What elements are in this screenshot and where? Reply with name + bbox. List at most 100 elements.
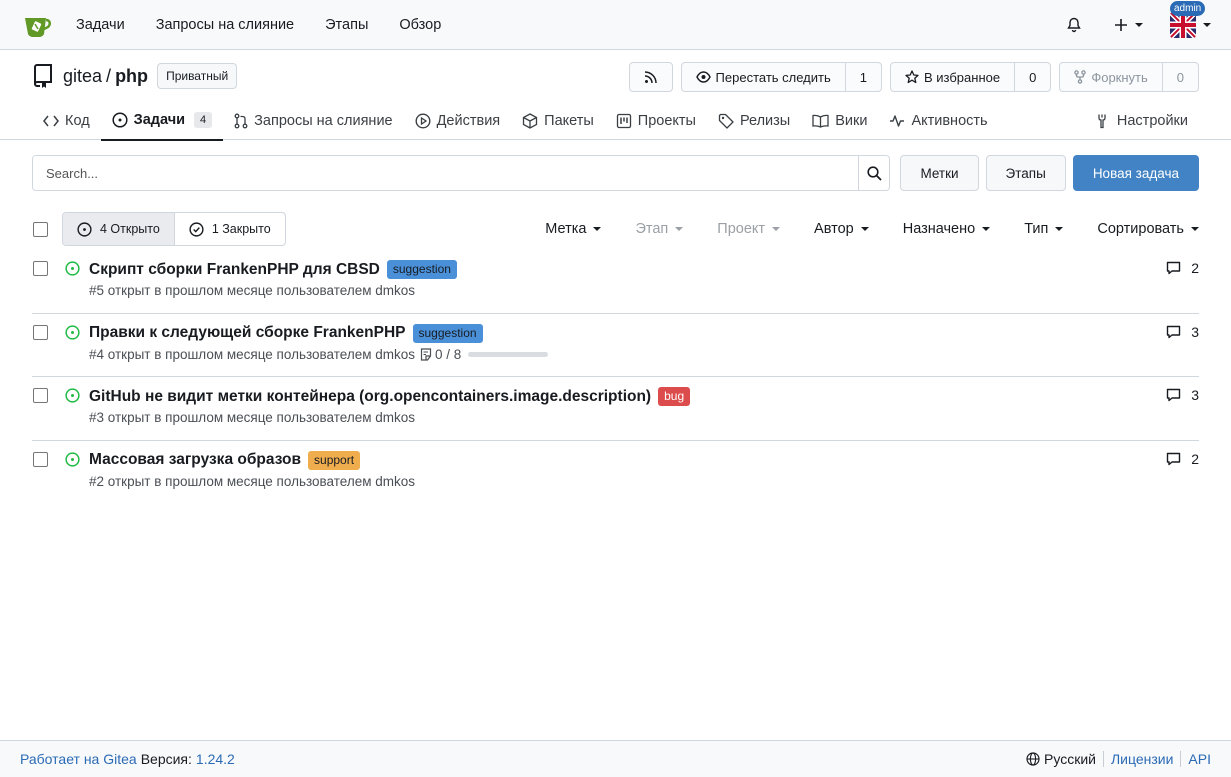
licenses-link[interactable]: Лицензии xyxy=(1111,751,1173,767)
footer: Работает на Gitea Версия: 1.24.2 Русский… xyxy=(0,740,1231,777)
assignee-filter[interactable]: Назначено xyxy=(903,221,991,237)
issue-checkbox[interactable] xyxy=(33,451,48,467)
open-issues-toggle[interactable]: 4 Открыто xyxy=(63,213,174,245)
new-issue-button[interactable]: Новая задача xyxy=(1072,155,1199,191)
powered-by-link[interactable]: Работает на Gitea xyxy=(20,751,137,767)
version-link[interactable]: 1.24.2 xyxy=(196,751,235,767)
user-menu-button[interactable]: admin xyxy=(1170,0,1211,38)
project-icon xyxy=(616,113,631,128)
gitea-logo-icon[interactable] xyxy=(22,10,52,40)
issue-open-icon xyxy=(112,111,128,128)
closed-issues-toggle[interactable]: 1 Закрыто xyxy=(173,213,285,245)
issue-label[interactable]: support xyxy=(308,450,361,470)
issue-checkbox[interactable] xyxy=(33,388,48,403)
tab-pulls[interactable]: Запросы на слияние xyxy=(223,100,403,141)
issue-checkbox[interactable] xyxy=(33,324,48,340)
api-link[interactable]: API xyxy=(1188,751,1211,767)
create-new-button[interactable] xyxy=(1114,18,1143,32)
select-all-checkbox[interactable] xyxy=(33,221,48,237)
tab-packages[interactable]: Пакеты xyxy=(511,100,605,141)
tab-issues-label: Задачи xyxy=(133,111,186,128)
issue-title-link[interactable]: GitHub не видит метки контейнера (org.op… xyxy=(89,388,651,406)
language-selector[interactable]: Русский xyxy=(1026,751,1096,767)
issue-label[interactable]: suggestion xyxy=(386,260,457,279)
chevron-down-icon xyxy=(675,227,684,231)
search-button[interactable] xyxy=(858,156,890,190)
repo-tabs: Код Задачи 4 Запросы на слияние Действия… xyxy=(32,100,1199,141)
issue-meta-text: #4 открыт в прошлом месяце пользователем… xyxy=(89,346,416,362)
tab-projects[interactable]: Проекты xyxy=(605,100,707,141)
nav-link-milestones[interactable]: Этапы xyxy=(325,17,368,33)
list-item: GitHub не видит метки контейнера (org.op… xyxy=(32,377,1199,441)
tab-packages-label: Пакеты xyxy=(544,112,594,129)
nav-link-pulls[interactable]: Запросы на слияние xyxy=(156,17,294,33)
top-navbar: Задачи Запросы на слияние Этапы Обзор ad… xyxy=(0,0,1231,50)
checklist-icon xyxy=(420,347,432,361)
package-icon xyxy=(522,112,538,129)
tab-actions[interactable]: Действия xyxy=(404,100,512,141)
admin-badge: admin xyxy=(1170,0,1206,16)
comments-link[interactable]: 3 xyxy=(1166,387,1199,403)
labels-button[interactable]: Метки xyxy=(900,155,979,191)
chevron-down-icon xyxy=(1191,227,1199,231)
milestone-filter-text: Этап xyxy=(635,221,669,237)
issue-meta: #2 открыт в прошлом месяце пользователем… xyxy=(89,473,416,489)
issue-open-icon xyxy=(65,324,80,340)
footer-divider xyxy=(1180,751,1182,767)
footer-divider xyxy=(1102,751,1104,767)
pull-request-icon xyxy=(234,113,248,128)
issue-open-icon xyxy=(77,221,92,237)
author-filter-text: Автор xyxy=(814,221,854,237)
search-icon xyxy=(867,165,882,181)
comments-count: 3 xyxy=(1191,323,1199,340)
issue-label[interactable]: bug xyxy=(658,387,691,406)
tab-actions-label: Действия xyxy=(436,112,501,129)
issue-list: Скрипт сборки FrankenPHP для CBSD sugges… xyxy=(32,250,1199,504)
version-label: Версия: xyxy=(140,751,192,767)
issue-label[interactable]: suggestion xyxy=(412,323,483,343)
issue-checkbox[interactable] xyxy=(33,261,48,276)
plus-icon xyxy=(1115,18,1127,31)
tab-activity[interactable]: Активность xyxy=(878,100,998,141)
list-item: Правки к следующей сборке FrankenPHP sug… xyxy=(32,314,1199,377)
checklist-count: 0 / 8 xyxy=(435,346,462,362)
chevron-down-icon xyxy=(1203,22,1211,27)
tab-settings-label: Настройки xyxy=(1116,112,1188,129)
search-input[interactable] xyxy=(33,156,859,190)
chevron-down-icon xyxy=(593,227,602,231)
pulse-icon xyxy=(890,114,905,127)
comments-link[interactable]: 3 xyxy=(1166,324,1199,340)
project-filter[interactable]: Проект xyxy=(717,221,781,237)
tab-wiki-label: Вики xyxy=(835,112,868,129)
tab-issues[interactable]: Задачи 4 xyxy=(100,100,224,141)
issue-title-link[interactable]: Массовая загрузка образов xyxy=(89,451,301,469)
closed-issues-label: 1 Закрыто xyxy=(211,222,271,236)
tab-wiki[interactable]: Вики xyxy=(801,100,878,141)
tab-settings[interactable]: Настройки xyxy=(1084,100,1199,141)
label-filter[interactable]: Метка xyxy=(545,221,602,237)
notifications-button[interactable] xyxy=(1066,17,1082,33)
issue-open-icon xyxy=(65,388,80,403)
issue-title-link[interactable]: Скрипт сборки FrankenPHP для CBSD xyxy=(89,261,380,279)
comments-link[interactable]: 2 xyxy=(1166,260,1199,276)
issue-title-link[interactable]: Правки к следующей сборке FrankenPHP xyxy=(89,324,406,342)
comments-link[interactable]: 2 xyxy=(1166,451,1199,467)
state-toggle: 4 Открыто 1 Закрыто xyxy=(62,212,286,246)
filter-dropdowns: Метка Этап Проект Автор Назначено Тип Со… xyxy=(545,221,1199,237)
issues-count-badge: 4 xyxy=(194,111,213,128)
sort-filter[interactable]: Сортировать xyxy=(1097,221,1199,237)
open-issues-label: 4 Открыто xyxy=(100,222,160,236)
milestones-button[interactable]: Этапы xyxy=(985,155,1066,191)
nav-link-issues[interactable]: Задачи xyxy=(76,17,125,33)
type-filter[interactable]: Тип xyxy=(1024,221,1064,237)
issue-meta: #4 открыт в прошлом месяце пользователем… xyxy=(89,346,549,362)
tab-releases[interactable]: Релизы xyxy=(707,100,801,141)
tab-code[interactable]: Код xyxy=(32,100,101,141)
milestone-filter[interactable]: Этап xyxy=(635,221,684,237)
issue-open-icon xyxy=(65,261,80,276)
list-item: Массовая загрузка образов support #2 отк… xyxy=(32,441,1199,505)
book-icon xyxy=(812,114,829,128)
author-filter[interactable]: Автор xyxy=(814,221,869,237)
nav-link-explore[interactable]: Обзор xyxy=(399,17,441,33)
language-label: Русский xyxy=(1044,751,1096,767)
